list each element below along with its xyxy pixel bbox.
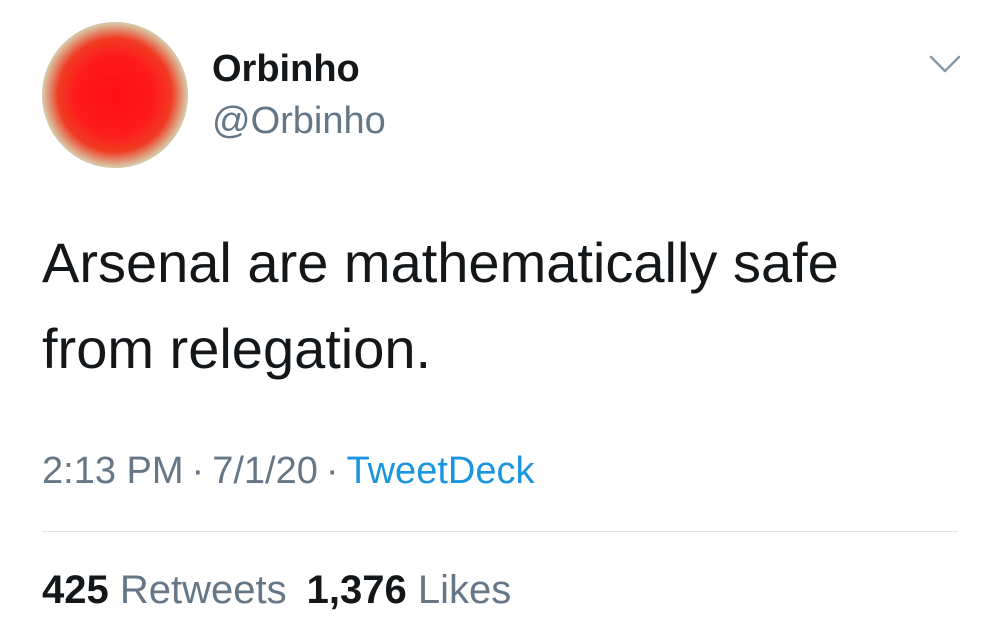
likes-count: 1,376: [306, 568, 407, 612]
tweet-meta: 2:13 PM · 7/1/20 · TweetDeck: [42, 448, 534, 494]
tweet-text: Arsenal are mathematically safe from rel…: [42, 231, 839, 380]
chevron-down-icon[interactable]: [928, 52, 962, 76]
display-name[interactable]: Orbinho: [212, 46, 360, 92]
tweet-source-link[interactable]: TweetDeck: [347, 450, 535, 492]
tweet-card: Orbinho @Orbinho Arsenal are mathematica…: [0, 0, 1000, 642]
likes-label: Likes: [417, 568, 512, 612]
user-handle[interactable]: @Orbinho: [212, 98, 386, 144]
avatar[interactable]: [42, 22, 188, 168]
meta-separator: ·: [325, 450, 339, 492]
tweet-time[interactable]: 2:13 PM: [42, 450, 184, 492]
meta-separator: ·: [191, 450, 205, 492]
divider: [42, 531, 958, 532]
tweet-date[interactable]: 7/1/20: [212, 450, 318, 492]
retweets-count: 425: [42, 568, 109, 612]
tweet-stats: 425 Retweets 1,376 Likes: [42, 566, 511, 614]
retweets-label: Retweets: [119, 568, 287, 612]
retweets-stat[interactable]: 425 Retweets: [42, 568, 287, 612]
likes-stat[interactable]: 1,376 Likes: [307, 568, 512, 612]
